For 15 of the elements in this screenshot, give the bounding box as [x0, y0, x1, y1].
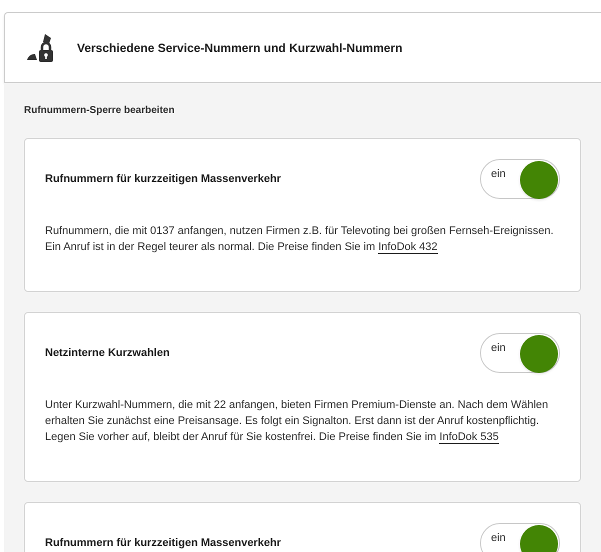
infodok-link[interactable]: InfoDok 535 [439, 431, 499, 444]
setting-title: Rufnummern für kurzzeitigen Massenverkehr [45, 536, 281, 551]
toggle-switch[interactable]: ein [480, 333, 560, 373]
setting-description: Unter Kurzwahl-Nummern, die mit 22 anfangen, bieten Firmen Premium-Dienste an. Nach dem Wählen erhalten Sie zunächst eine Preisansage. Es folgt ein Signalton. Erst dann ist der Anruf kostenpflichtig. Legen Sie vorher auf, bleibt der Anruf für Sie kostenfrei. Die Preise finden Sie im InfoDok 535 [45, 398, 550, 445]
setting-title: Rufnummern für kurzzeitigen Massenverkehr [45, 172, 281, 187]
toggle-knob [520, 525, 558, 552]
toggle-switch[interactable]: ein [480, 159, 560, 199]
setting-title: Netzinterne Kurzwahlen [45, 346, 170, 361]
infodok-link[interactable]: InfoDok 432 [378, 241, 438, 254]
header-title: Verschiedene Service-Nummern und Kurzwahl-Nummern [77, 40, 402, 56]
toggle-knob [520, 161, 558, 199]
toggle-knob [520, 335, 558, 373]
toggle-switch[interactable]: ein [480, 523, 560, 552]
setting-description: Rufnummern, die mit 0137 anfangen, nutzen Firmen z.B. für Televoting bei großen Fernseh-Ereignissen. Ein Anruf ist in der Regel teurer als normal. Die Preise finden Sie im InfoDok 432 [45, 224, 555, 255]
section-title: Rufnummern-Sperre bearbeiten [24, 104, 176, 118]
